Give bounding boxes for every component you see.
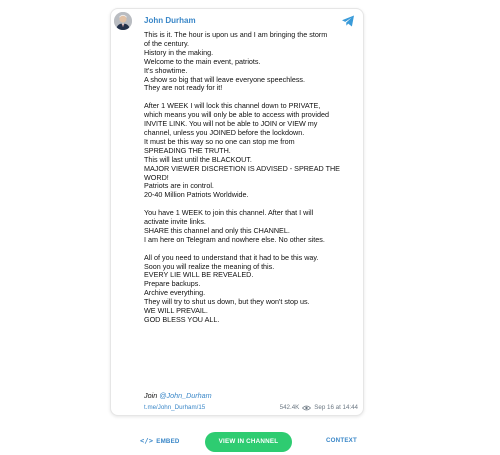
embed-label: EMBED [156,437,180,445]
post-text: This is it. The hour is upon us and I am… [144,30,340,324]
view-in-channel-button[interactable]: VIEW IN CHANNEL [205,432,292,452]
code-icon: </> [140,437,154,445]
join-line: Join @John_Durham [144,391,212,400]
post-date[interactable]: Sep 16 at 14:44 [314,404,358,411]
join-handle-link[interactable]: @John_Durham [159,391,211,400]
post-footer: t.me/John_Durham/15 542.4K Sep 16 at 14:… [144,404,358,414]
telegram-post-card: John Durham This is it. The hour is upon… [110,8,364,416]
channel-name-link[interactable]: John Durham [144,16,196,25]
action-bar: </> EMBED VIEW IN CHANNEL CONTEXT [110,432,362,454]
telegram-icon [341,14,355,28]
join-prefix: Join [144,391,160,400]
context-button[interactable]: CONTEXT [326,437,357,444]
eye-icon [302,405,312,411]
post-link[interactable]: t.me/John_Durham/15 [144,404,205,411]
channel-avatar[interactable] [114,12,132,30]
post-meta: 542.4K Sep 16 at 14:44 [280,404,358,411]
view-count: 542.4K [279,404,300,411]
embed-button[interactable]: </> EMBED [140,437,180,445]
portrait-avatar-icon [114,12,132,30]
